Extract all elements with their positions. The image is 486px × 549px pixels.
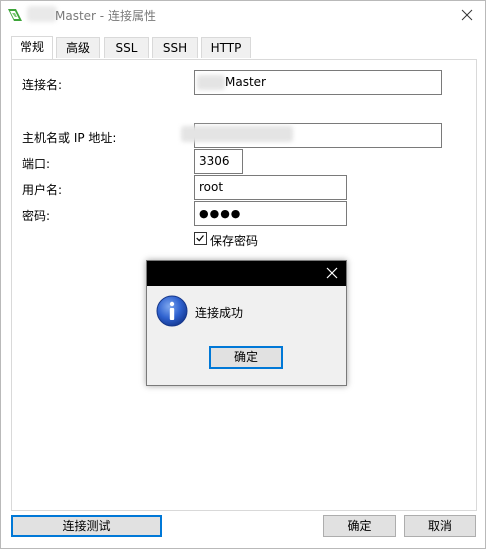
password-value: ●●●● [199, 207, 242, 220]
window-title: Master - 连接属性 [55, 9, 156, 23]
host-label: 主机名或 IP 地址: [22, 131, 117, 145]
cancel-button[interactable]: 取消 [404, 515, 476, 537]
port-value: 3306 [199, 154, 230, 168]
test-connection-button[interactable]: 连接测试 [11, 515, 162, 537]
connection-name-redaction [197, 75, 225, 90]
close-icon[interactable] [457, 5, 477, 25]
dialog-ok-button[interactable]: 确定 [209, 346, 283, 369]
tab-http[interactable]: HTTP [201, 37, 251, 58]
save-password-checkbox[interactable] [194, 232, 207, 245]
password-label: 密码: [22, 209, 51, 223]
username-value: root [199, 180, 224, 194]
port-input[interactable]: 3306 [194, 149, 243, 174]
tab-ssl[interactable]: SSL [104, 37, 149, 58]
connection-name-input[interactable]: Master [194, 70, 442, 95]
username-input[interactable]: root [194, 175, 347, 200]
port-label: 端口: [22, 157, 51, 171]
connection-name-label: 连接名: [22, 78, 63, 92]
window-titlebar: Master - 连接属性 [1, 1, 485, 29]
tab-advanced[interactable]: 高级 [56, 37, 100, 58]
tab-ssh[interactable]: SSH [152, 37, 198, 58]
title-redaction [27, 6, 57, 22]
dialog-message: 连接成功 [195, 306, 244, 320]
connection-name-value: Master [225, 75, 266, 89]
dialog-titlebar [147, 261, 346, 286]
close-icon[interactable] [324, 265, 340, 281]
navicat-app-icon [8, 9, 22, 21]
success-message-dialog: 连接成功 确定 [146, 260, 347, 386]
password-input[interactable]: ●●●● [194, 201, 347, 226]
info-icon [156, 295, 188, 327]
username-label: 用户名: [22, 183, 63, 197]
ok-button[interactable]: 确定 [323, 515, 396, 537]
save-password-label[interactable]: 保存密码 [210, 232, 258, 249]
tab-general[interactable]: 常规 [11, 36, 53, 59]
host-redaction [181, 126, 293, 142]
checkmark-icon [196, 235, 204, 242]
